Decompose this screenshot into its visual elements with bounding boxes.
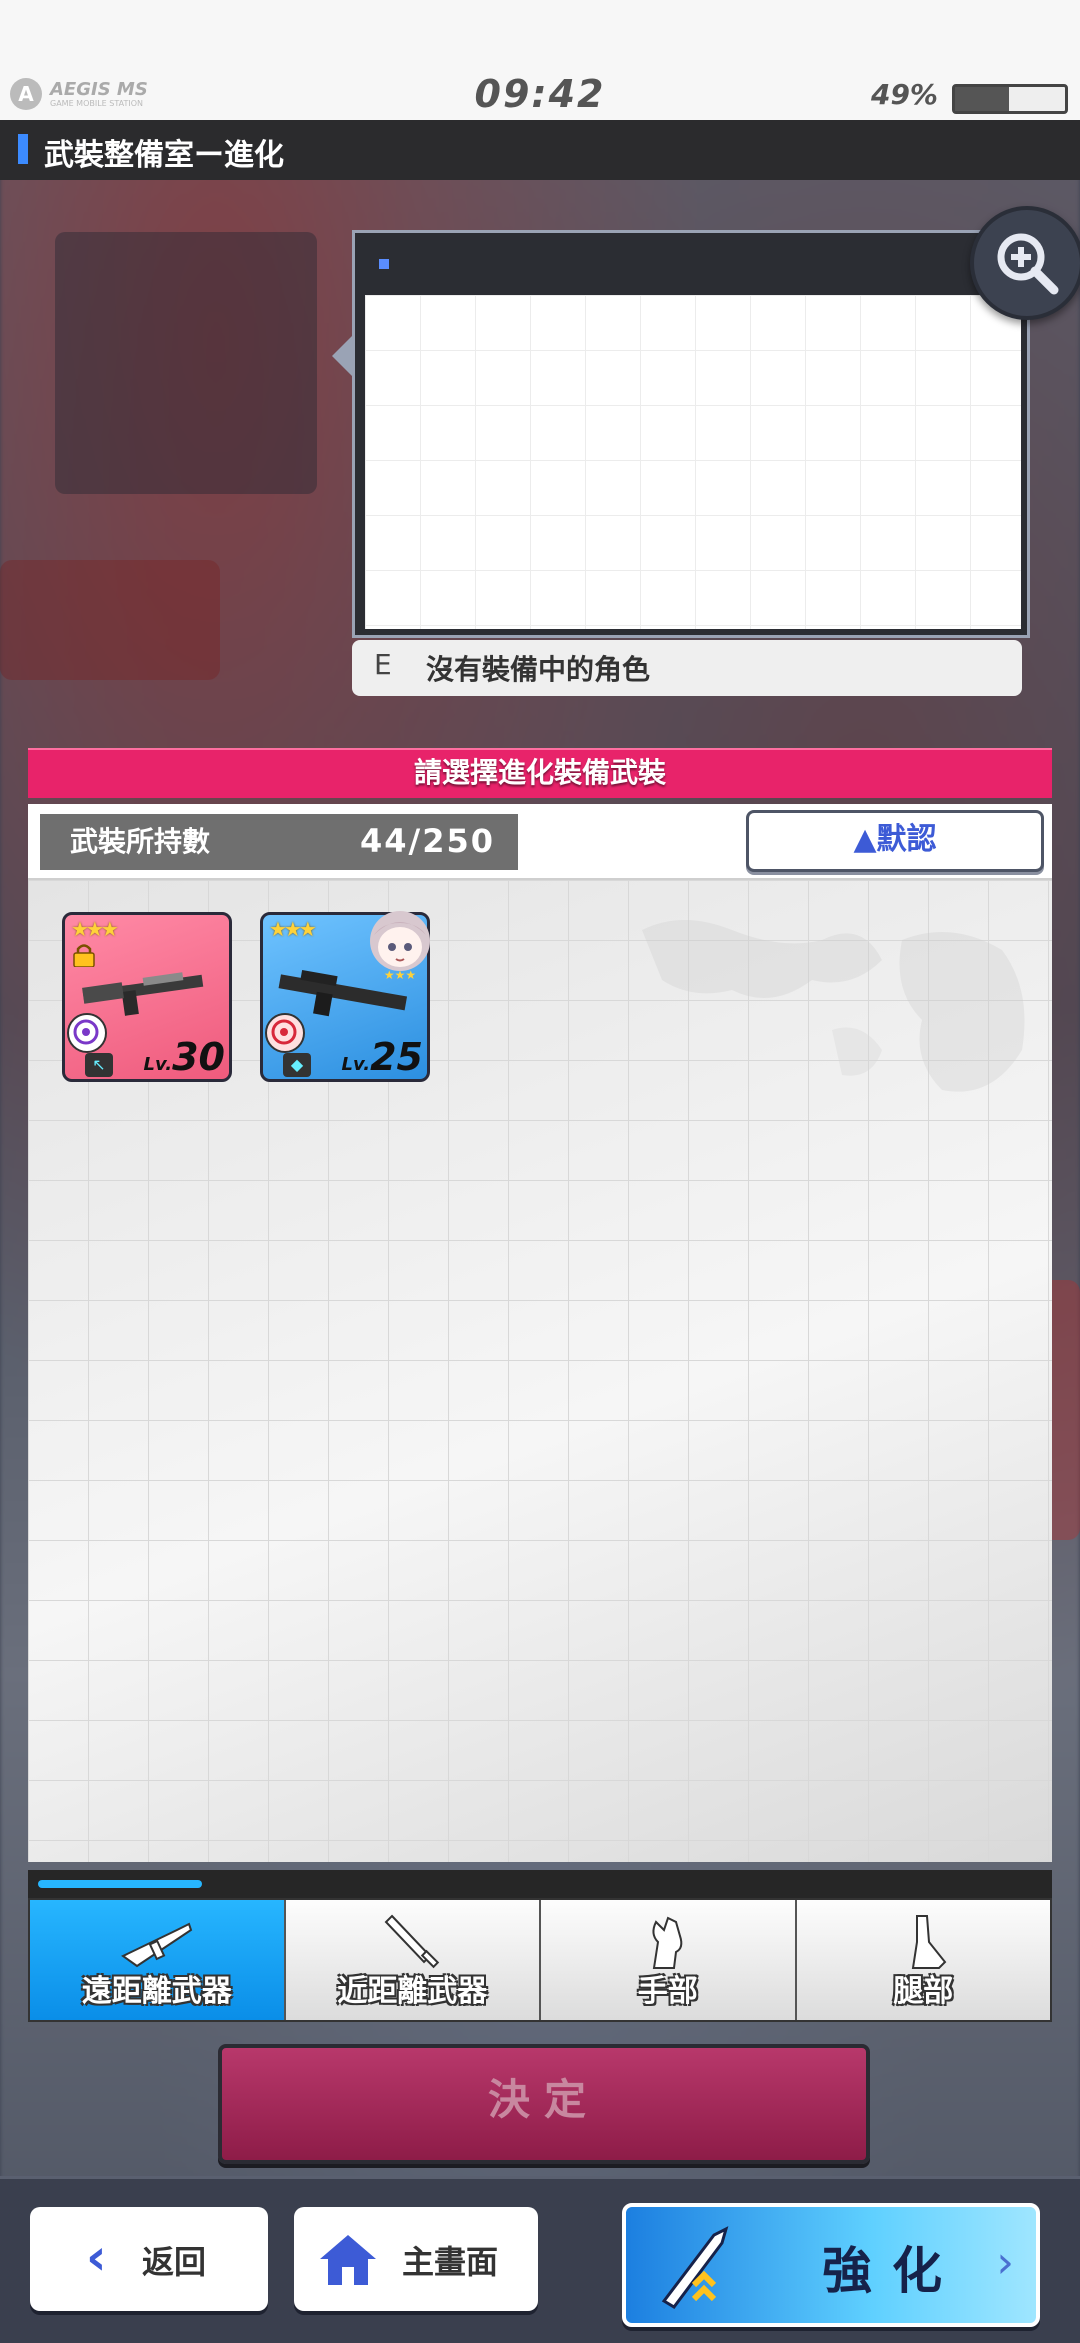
crosshair-icon [67, 1013, 107, 1053]
tab-scroll-indicator [28, 1870, 1052, 1898]
level-prefix: Lv. [341, 1054, 371, 1075]
preview-pointer [332, 336, 352, 376]
ranged-weapon-icon [120, 1922, 192, 1968]
weapon-preview-frame [352, 230, 1030, 638]
panel-title: 請選擇進化裝備武裝 [413, 756, 666, 789]
chevron-left-icon: ‹ [86, 2228, 107, 2286]
enhance-button[interactable]: 強化 › [622, 2203, 1040, 2327]
weapon-count-row: 武裝所持數 44/250 ▲默認 [28, 804, 1052, 881]
leg-icon [912, 1915, 947, 1969]
attribute-icon: ◆ [283, 1053, 311, 1077]
world-map-decoration [642, 920, 1025, 1092]
tab-arm[interactable]: 手部 [541, 1900, 797, 2020]
home-button-label: 主畫面 [402, 2243, 499, 2281]
crosshair-icon [265, 1013, 305, 1053]
sort-button[interactable]: ▲默認 [746, 810, 1044, 872]
bottom-navigation: ‹ 返回 主畫面 強化 › [0, 2176, 1080, 2343]
equipped-character-bar: E 沒有裝備中的角色 [352, 640, 1022, 696]
zoom-in-icon [997, 233, 1059, 295]
svg-text:★★★: ★★★ [384, 968, 416, 981]
zoom-button[interactable] [970, 206, 1080, 320]
page-title: 武裝整備室ー進化 [44, 138, 284, 173]
tab-label: 近距離武器 [337, 1974, 488, 2009]
weapon-level: Lv.25 [342, 1035, 423, 1079]
weapon-list[interactable]: ★★★ ↖ Lv.30 ★★★ ◆ Lv.25 [28, 880, 1052, 1862]
level-value: 25 [370, 1035, 423, 1079]
weapon-card[interactable]: ★★★ ↖ Lv.30 [62, 912, 232, 1082]
tab-label: 遠距離武器 [81, 1974, 232, 2009]
battery-percent: 49% [870, 78, 938, 111]
tab-label: 腿部 [893, 1974, 954, 2009]
enhance-button-label: 強化 [822, 2242, 962, 2300]
home-button[interactable]: 主畫面 [294, 2207, 538, 2311]
equip-status-text: 沒有裝備中的角色 [426, 653, 651, 686]
tab-label: 手部 [637, 1974, 698, 2009]
weapon-count-label: 武裝所持數 [70, 825, 211, 858]
screen-header: 武裝整備室ー進化 [0, 120, 1080, 180]
level-value: 30 [172, 1035, 225, 1079]
character-avatar: ★★★ [370, 911, 430, 981]
weapon-category-tabs: 遠距離武器 近距離武器 手部 腿部 [28, 1898, 1052, 2022]
home-icon [320, 2235, 376, 2285]
character-portrait-slot [55, 232, 317, 494]
rarity-stars: ★★★ [71, 917, 119, 941]
rarity-stars: ★★★ [269, 917, 317, 941]
weapon-level: Lv.30 [144, 1035, 225, 1079]
rifle-icon [82, 972, 204, 1016]
battery-icon [952, 84, 1068, 114]
weapon-count-box: 武裝所持數 44/250 [40, 814, 518, 870]
decide-button[interactable]: 決定 [218, 2044, 870, 2164]
preview-indicator [379, 259, 389, 269]
back-button[interactable]: ‹ 返回 [30, 2207, 268, 2311]
header-accent-bar [18, 134, 28, 164]
tab-leg[interactable]: 腿部 [796, 1900, 1050, 2020]
level-prefix: Lv. [143, 1054, 173, 1075]
panel-title-bar: 請選擇進化裝備武裝 [28, 748, 1052, 798]
sort-button-label: ▲默認 [853, 822, 937, 857]
attribute-icon: ↖ [85, 1053, 113, 1077]
weapon-count-value: 44/250 [360, 822, 496, 860]
tab-ranged-weapon[interactable]: 遠距離武器 [30, 1900, 286, 2020]
arm-icon [652, 1916, 683, 1969]
battery-level-fill [955, 87, 1009, 111]
back-button-label: 返回 [142, 2243, 207, 2281]
melee-weapon-icon [384, 1914, 440, 1969]
status-bar: A AEGIS MS GAME MOBILE STATION 09:42 49% [0, 0, 1080, 120]
background-decoration [0, 560, 220, 680]
enhance-icon [661, 2226, 729, 2309]
tab-melee-weapon[interactable]: 近距離武器 [285, 1900, 541, 2020]
decide-button-label: 決定 [487, 2075, 600, 2124]
equip-grade: E [374, 648, 392, 681]
chevron-right-icon: › [996, 2237, 1014, 2288]
weapon-preview-canvas [365, 295, 1021, 629]
tab-scroll-indicator-fill [38, 1880, 202, 1888]
